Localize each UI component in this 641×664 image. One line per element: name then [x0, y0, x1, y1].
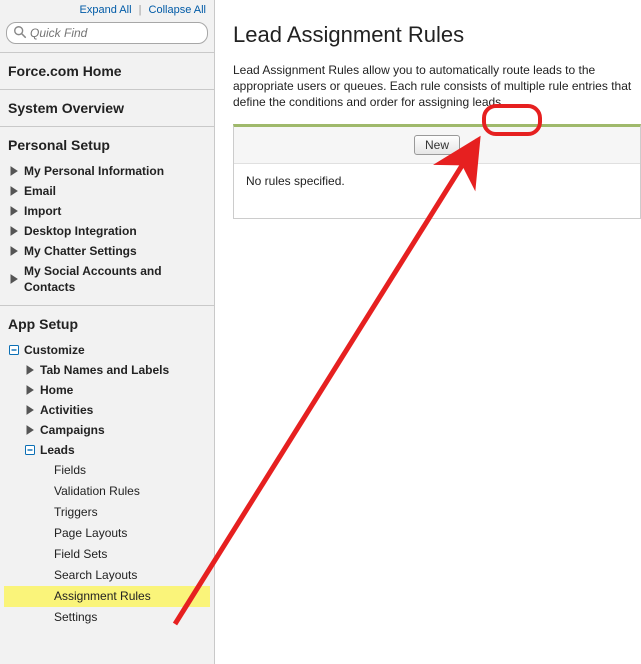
link-separator: |: [139, 4, 142, 16]
expand-icon[interactable]: [24, 424, 36, 436]
system-overview-link[interactable]: System Overview: [0, 90, 214, 126]
tree-label: Desktop Integration: [24, 223, 137, 239]
tree-label: Leads: [40, 442, 75, 458]
expand-icon[interactable]: [8, 185, 20, 197]
tree-leaf[interactable]: Settings: [4, 607, 210, 628]
tree-label: My Chatter Settings: [24, 243, 137, 259]
panel-toolbar: New: [234, 127, 640, 164]
expand-icon[interactable]: [24, 384, 36, 396]
page-title: Lead Assignment Rules: [233, 22, 641, 48]
tree-node-customize[interactable]: Customize: [4, 340, 210, 360]
expand-icon[interactable]: [8, 205, 20, 217]
tree-label: Activities: [40, 402, 93, 418]
page-description: Lead Assignment Rules allow you to autom…: [233, 62, 641, 110]
personal-setup-tree: My Personal Information Email Import Deskto…: [0, 161, 214, 305]
tree-leaf[interactable]: Search Layouts: [4, 565, 210, 586]
expand-all-link[interactable]: Expand All: [80, 4, 132, 16]
collapse-icon[interactable]: [8, 344, 20, 356]
tree-leaf[interactable]: Fields: [4, 460, 210, 481]
tree-node[interactable]: Activities: [4, 400, 210, 420]
tree-leaf[interactable]: Triggers: [4, 502, 210, 523]
quick-find-box[interactable]: [6, 22, 208, 44]
tree-label: Home: [40, 382, 73, 398]
expand-icon[interactable]: [24, 404, 36, 416]
tree-node[interactable]: Import: [4, 201, 210, 221]
sidebar: Expand All | Collapse All Force.com Home…: [0, 0, 215, 664]
quick-find-input[interactable]: [30, 26, 201, 40]
app-setup-heading: App Setup: [0, 306, 214, 340]
tree-node[interactable]: Campaigns: [4, 420, 210, 440]
tree-leaf[interactable]: Page Layouts: [4, 523, 210, 544]
tree-node[interactable]: Home: [4, 380, 210, 400]
tree-node-leads[interactable]: Leads: [4, 440, 210, 460]
tree-node[interactable]: Tab Names and Labels: [4, 360, 210, 380]
tree-label: Email: [24, 183, 56, 199]
tree-label: My Personal Information: [24, 163, 164, 179]
tree-node[interactable]: My Chatter Settings: [4, 241, 210, 261]
panel-empty-message: No rules specified.: [234, 164, 640, 218]
rules-panel: New No rules specified.: [233, 124, 641, 219]
force-home-link[interactable]: Force.com Home: [0, 53, 214, 89]
personal-setup-heading: Personal Setup: [0, 127, 214, 161]
expand-icon[interactable]: [8, 225, 20, 237]
app-setup-tree: Customize Tab Names and Labels Home Activi…: [0, 340, 214, 636]
tree-node[interactable]: Email: [4, 181, 210, 201]
collapse-icon[interactable]: [24, 444, 36, 456]
tree-label: My Social Accounts and Contacts: [24, 263, 206, 295]
sidebar-top-links: Expand All | Collapse All: [0, 0, 214, 18]
main-content: Lead Assignment Rules Lead Assignment Ru…: [215, 0, 641, 664]
search-icon: [13, 25, 30, 42]
tree-leaf[interactable]: Field Sets: [4, 544, 210, 565]
tree-node[interactable]: Desktop Integration: [4, 221, 210, 241]
expand-icon[interactable]: [8, 273, 20, 285]
collapse-all-link[interactable]: Collapse All: [149, 4, 206, 16]
tree-leaf[interactable]: Assignment Rules: [4, 586, 210, 607]
expand-icon[interactable]: [8, 165, 20, 177]
expand-icon[interactable]: [24, 364, 36, 376]
tree-label: Customize: [24, 342, 85, 358]
new-button[interactable]: New: [414, 135, 460, 155]
tree-node[interactable]: My Social Accounts and Contacts: [4, 261, 210, 297]
tree-label: Campaigns: [40, 422, 105, 438]
tree-node[interactable]: My Personal Information: [4, 161, 210, 181]
tree-label: Tab Names and Labels: [40, 362, 169, 378]
tree-label: Import: [24, 203, 61, 219]
tree-leaf[interactable]: Validation Rules: [4, 481, 210, 502]
expand-icon[interactable]: [8, 245, 20, 257]
